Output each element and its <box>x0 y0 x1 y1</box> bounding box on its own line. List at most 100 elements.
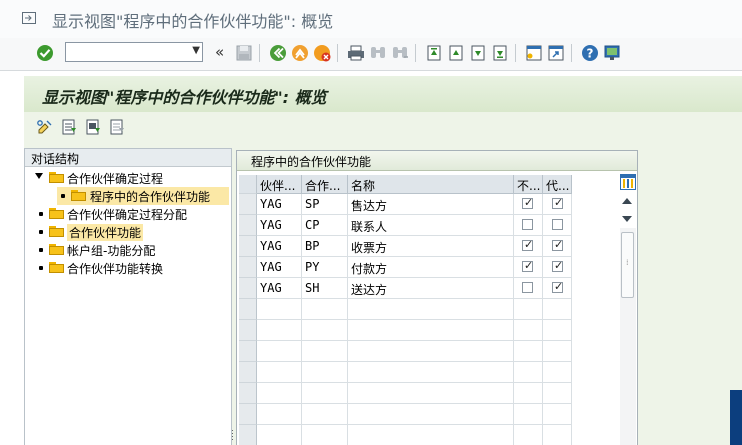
shortcut-icon[interactable] <box>546 43 566 63</box>
empty-cell[interactable] <box>348 362 514 383</box>
mandatory-checkbox[interactable]: ✓ <box>552 280 563 293</box>
chevron-down-icon[interactable]: ▼ <box>192 45 200 56</box>
new-session-icon[interactable] <box>524 43 544 63</box>
empty-cell[interactable] <box>302 362 348 383</box>
row-selector[interactable] <box>239 194 257 215</box>
row-selector[interactable] <box>239 404 257 425</box>
menu-icon[interactable] <box>22 12 36 24</box>
not-changeable-checkbox[interactable]: ✓ <box>522 196 533 209</box>
row-selector[interactable] <box>239 362 257 383</box>
empty-cell[interactable] <box>348 320 514 341</box>
empty-cell[interactable] <box>543 362 572 383</box>
empty-cell[interactable] <box>514 299 543 320</box>
table-settings-icon[interactable] <box>620 174 636 190</box>
tree-item-account-group-assignment[interactable]: 帐户组-功能分配 <box>37 241 227 259</box>
empty-cell[interactable] <box>302 425 348 445</box>
empty-cell[interactable] <box>257 425 302 445</box>
empty-cell[interactable] <box>543 299 572 320</box>
empty-cell[interactable] <box>514 383 543 404</box>
empty-cell[interactable] <box>543 341 572 362</box>
column-header-procedure[interactable]: 伙伴... <box>257 175 302 194</box>
empty-cell[interactable] <box>257 383 302 404</box>
empty-cell[interactable] <box>257 362 302 383</box>
tree-item-partner-function-conversion[interactable]: 合作伙伴功能转换 <box>37 259 227 277</box>
exit-icon[interactable] <box>290 43 310 63</box>
next-page-icon[interactable] <box>468 43 488 63</box>
first-page-icon[interactable] <box>424 43 444 63</box>
mandatory-checkbox[interactable]: ✓ <box>552 259 563 272</box>
find-icon[interactable] <box>368 43 388 63</box>
tree-item-partner-determination-procedure[interactable]: 合作伙伴确定过程 <box>35 169 227 187</box>
find-next-icon[interactable] <box>390 43 410 63</box>
empty-cell[interactable] <box>257 299 302 320</box>
back-icon[interactable] <box>268 43 288 63</box>
mandatory-checkbox[interactable]: ✓ <box>552 196 563 209</box>
empty-cell[interactable] <box>257 341 302 362</box>
select-all-icon[interactable] <box>60 118 78 136</box>
empty-cell[interactable] <box>543 383 572 404</box>
empty-cell[interactable] <box>514 362 543 383</box>
save-icon[interactable] <box>234 43 254 63</box>
empty-cell[interactable] <box>543 404 572 425</box>
empty-cell[interactable] <box>543 425 572 445</box>
empty-cell[interactable] <box>257 404 302 425</box>
empty-cell[interactable] <box>257 320 302 341</box>
row-selector[interactable] <box>239 425 257 445</box>
scroll-up-button[interactable] <box>622 198 632 204</box>
row-selector[interactable] <box>239 257 257 278</box>
scrollbar-thumb[interactable]: ⁞ <box>621 232 634 298</box>
empty-cell[interactable] <box>348 425 514 445</box>
expand-arrow-icon[interactable] <box>35 173 43 179</box>
not-changeable-checkbox[interactable] <box>522 219 533 230</box>
column-header-function[interactable]: 合作... <box>302 175 348 194</box>
row-selector[interactable] <box>239 278 257 299</box>
command-field[interactable]: ▼ <box>65 42 203 62</box>
empty-cell[interactable] <box>543 320 572 341</box>
empty-cell[interactable] <box>514 404 543 425</box>
empty-cell[interactable] <box>302 320 348 341</box>
empty-cell[interactable] <box>348 404 514 425</box>
mandatory-checkbox[interactable]: ✓ <box>552 238 563 251</box>
empty-cell[interactable] <box>514 320 543 341</box>
row-selector[interactable] <box>239 299 257 320</box>
row-selector[interactable] <box>239 341 257 362</box>
cell-name: 收票方 <box>348 236 514 257</box>
cancel-icon[interactable] <box>312 43 332 63</box>
empty-cell[interactable] <box>348 299 514 320</box>
row-selector[interactable] <box>239 215 257 236</box>
not-changeable-checkbox[interactable]: ✓ <box>522 238 533 251</box>
row-selector[interactable] <box>239 236 257 257</box>
help-icon[interactable]: ? <box>580 43 600 63</box>
not-changeable-checkbox[interactable]: ✓ <box>522 259 533 272</box>
print-icon[interactable] <box>346 43 366 63</box>
column-header-not-changeable[interactable]: 不... <box>514 175 543 194</box>
column-header-name[interactable]: 名称 <box>348 175 514 194</box>
select-block-icon[interactable] <box>84 118 102 136</box>
display-change-icon[interactable] <box>36 118 54 136</box>
empty-cell[interactable] <box>348 383 514 404</box>
empty-cell[interactable] <box>302 299 348 320</box>
empty-cell[interactable] <box>514 341 543 362</box>
row-selector[interactable] <box>239 320 257 341</box>
scroll-down-button[interactable] <box>622 216 632 222</box>
tree-item-partner-functions[interactable]: 合作伙伴功能 <box>37 223 227 241</box>
collapse-command-button[interactable]: « <box>215 43 224 61</box>
empty-cell[interactable] <box>348 341 514 362</box>
tree-item-procedure-assignment[interactable]: 合作伙伴确定过程分配 <box>37 205 227 223</box>
tree-item-partner-functions-in-procedure[interactable]: 程序中的合作伙伴功能 <box>57 187 229 205</box>
row-selector[interactable] <box>239 383 257 404</box>
enter-check-icon[interactable] <box>35 43 55 63</box>
mandatory-checkbox[interactable] <box>552 219 563 230</box>
empty-cell[interactable] <box>302 383 348 404</box>
customize-layout-icon[interactable] <box>602 43 622 63</box>
empty-cell[interactable] <box>302 341 348 362</box>
select-all-rows-button[interactable] <box>239 175 257 194</box>
splitter-grip[interactable] <box>231 430 234 442</box>
deselect-all-icon[interactable] <box>108 118 126 136</box>
empty-cell[interactable] <box>302 404 348 425</box>
empty-cell[interactable] <box>514 425 543 445</box>
not-changeable-checkbox[interactable] <box>522 282 533 293</box>
last-page-icon[interactable] <box>490 43 510 63</box>
prev-page-icon[interactable] <box>446 43 466 63</box>
column-header-mandatory[interactable]: 代... <box>543 175 572 194</box>
